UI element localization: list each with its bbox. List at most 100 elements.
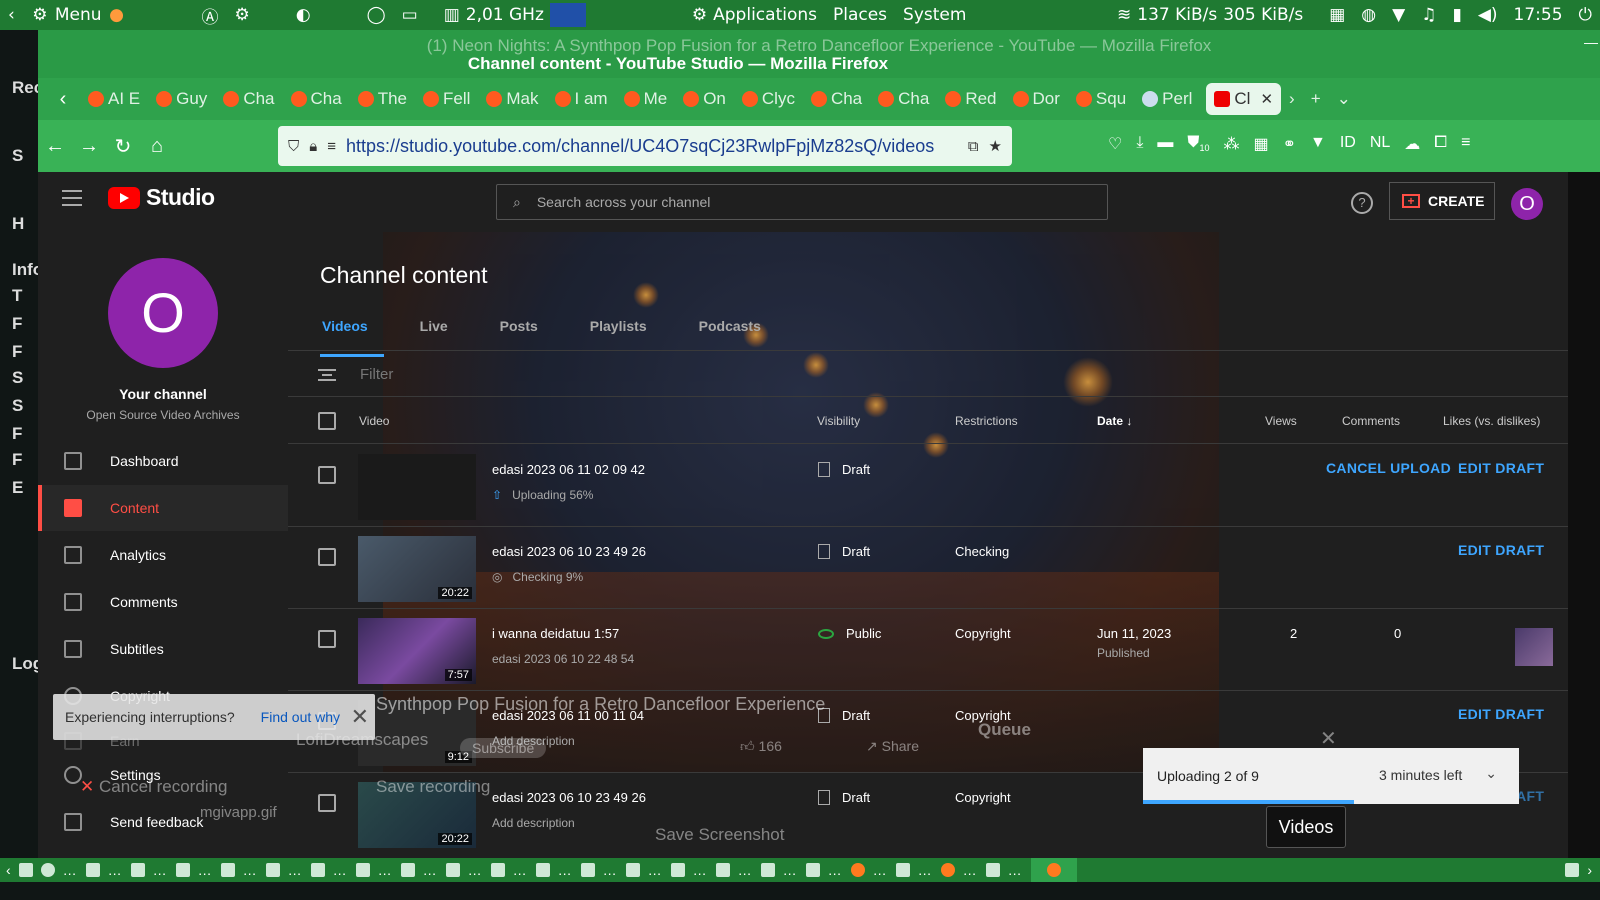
system-menu[interactable]: System: [895, 5, 974, 25]
taskbar-app-icon[interactable]: [130, 863, 145, 877]
browser-tab[interactable]: Cha: [870, 83, 937, 115]
browser-tab[interactable]: Red: [937, 83, 1004, 115]
tab-scroll-right-icon[interactable]: ›: [1281, 83, 1303, 115]
nav-content[interactable]: Content: [38, 485, 288, 531]
video-thumbnail[interactable]: 20:22: [358, 536, 476, 602]
nav-subtitles[interactable]: Subtitles: [38, 626, 288, 672]
taskbar-app-icon[interactable]: [175, 863, 190, 877]
accessibility-icon[interactable]: Ⓐ: [194, 3, 227, 28]
taskbar-app-icon[interactable]: [85, 863, 100, 877]
url-bar[interactable]: ⛉ 🔒︎ ≡ https://studio.youtube.com/channe…: [278, 126, 1012, 166]
pocket-icon[interactable]: ♡: [1108, 134, 1122, 154]
hamburger-menu-icon[interactable]: ≡: [1461, 134, 1470, 154]
close-icon[interactable]: ✕: [351, 704, 369, 730]
taskbar-firefox-icon[interactable]: [940, 863, 955, 877]
trash-icon[interactable]: [1565, 863, 1580, 877]
browser-tab[interactable]: AI E: [80, 83, 148, 115]
table-row[interactable]: 20:22 edasi 2023 06 10 23 49 26 ◎ Checkin…: [288, 528, 1568, 610]
taskbar-app-icon[interactable]: [220, 863, 235, 877]
applications-menu[interactable]: Applications: [713, 5, 817, 25]
row-checkbox[interactable]: [318, 466, 336, 484]
taskbar-app-icon[interactable]: [310, 863, 325, 877]
home-icon[interactable]: ⌂: [140, 135, 174, 158]
edit-draft-button[interactable]: EDIT DRAFT: [1458, 460, 1544, 476]
visibility-cell[interactable]: Draft: [818, 790, 870, 805]
col-date[interactable]: Date ↓: [1097, 414, 1132, 428]
taskbar-app-icon[interactable]: [760, 863, 775, 877]
search-box[interactable]: ⌕ Search across your channel: [496, 184, 1108, 220]
video-thumbnail[interactable]: [358, 454, 476, 520]
apps-menu[interactable]: ⚙ Applications: [684, 5, 825, 25]
table-row[interactable]: 7:57 i wanna deidatuu 1:57 edasi 2023 06…: [288, 610, 1568, 692]
video-title[interactable]: i wanna deidatuu 1:57: [492, 626, 619, 641]
taskbar-active-firefox[interactable]: [1030, 858, 1077, 882]
taskbar-app-icon[interactable]: [580, 863, 595, 877]
taskbar-app-icon[interactable]: [355, 863, 370, 877]
browser-tab[interactable]: Perl: [1134, 83, 1200, 115]
clock[interactable]: 17:55: [1506, 5, 1571, 25]
tab-close-icon[interactable]: ✕: [1260, 90, 1273, 108]
visibility-cell[interactable]: Public: [818, 626, 881, 641]
tab-scroll-left-icon[interactable]: ‹: [46, 88, 80, 111]
visibility-cell[interactable]: Draft: [818, 544, 870, 559]
purple-app-icon[interactable]: ◐: [288, 5, 319, 25]
tab-live[interactable]: Live: [418, 318, 464, 357]
browser-tab[interactable]: Fell: [415, 83, 478, 115]
tab-videos[interactable]: Videos: [320, 318, 384, 357]
browser-tab[interactable]: Cha: [215, 83, 282, 115]
filter-funnel-icon[interactable]: ▼: [1310, 134, 1326, 154]
row-checkbox[interactable]: [318, 794, 336, 812]
link-icon[interactable]: ⚭: [1283, 134, 1296, 154]
extensions-puzzle-icon[interactable]: ⧠: [1434, 134, 1447, 154]
browser-tab[interactable]: I am: [547, 83, 616, 115]
lock-icon[interactable]: 🔒︎: [309, 138, 317, 155]
row-checkbox[interactable]: [318, 630, 336, 648]
select-all-checkbox[interactable]: [318, 412, 336, 430]
terminal-icon[interactable]: ▭: [394, 5, 426, 25]
battery-icon[interactable]: ▮: [1444, 5, 1469, 25]
network-speed[interactable]: ≋ 137 KiB/s 305 KiB/s: [1109, 5, 1311, 25]
browser-tab[interactable]: Clyc: [734, 83, 803, 115]
translate-icon[interactable]: ⧉: [968, 138, 979, 155]
permissions-icon[interactable]: ≡: [327, 138, 336, 155]
mouse-icon[interactable]: ◍: [1353, 5, 1384, 25]
window-titlebar[interactable]: (1) Neon Nights: A Synthpop Pop Fusion f…: [38, 30, 1600, 78]
downloads-icon[interactable]: ⤓: [1136, 134, 1143, 154]
browser-tab[interactable]: Squ: [1068, 83, 1134, 115]
browser-tab[interactable]: Guy: [148, 83, 215, 115]
reload-icon[interactable]: ↻: [106, 134, 140, 159]
browser-tab[interactable]: Cha: [283, 83, 350, 115]
notification-bell-icon[interactable]: ♫: [1413, 5, 1444, 25]
studio-logo[interactable]: Studio: [108, 184, 215, 211]
tab-playlists[interactable]: Playlists: [588, 318, 663, 357]
filter-placeholder[interactable]: Filter: [360, 366, 393, 383]
menu-button[interactable]: ⚙ Menu ●: [23, 5, 134, 25]
edit-draft-button[interactable]: EDIT DRAFT: [1458, 542, 1544, 558]
row-checkbox[interactable]: [318, 548, 336, 566]
browser-tab[interactable]: Dor: [1005, 83, 1068, 115]
browser-tab[interactable]: The: [350, 83, 415, 115]
chevron-down-icon[interactable]: ⌄: [1485, 765, 1497, 782]
taskbar-right-arrow-icon[interactable]: ›: [1587, 862, 1592, 878]
cpu-monitor[interactable]: ▥ 2,01 GHz: [436, 3, 594, 27]
help-icon[interactable]: ?: [1351, 192, 1373, 214]
cloud-icon[interactable]: ☁: [1404, 134, 1420, 154]
bookmark-star-icon[interactable]: ★: [989, 137, 1002, 155]
settings-applet-icon[interactable]: ⚙: [227, 5, 258, 25]
taskbar-app-icon[interactable]: [445, 863, 460, 877]
hamburger-icon[interactable]: [62, 190, 82, 206]
taskbar-app-icon[interactable]: [895, 863, 910, 877]
circle-app-icon[interactable]: ◯: [359, 5, 394, 25]
browser-tab-active[interactable]: Cl ✕: [1206, 83, 1282, 115]
tab-list-chevron-icon[interactable]: ⌄: [1329, 83, 1359, 115]
firefox-launcher-icon[interactable]: ●: [108, 5, 126, 25]
create-button[interactable]: + CREATE: [1389, 182, 1495, 220]
nav-dashboard[interactable]: Dashboard: [38, 438, 288, 484]
filter-icon[interactable]: [318, 368, 336, 381]
taskbar-app-icon[interactable]: [670, 863, 685, 877]
taskbar-app-icon[interactable]: [625, 863, 640, 877]
back-icon[interactable]: ←: [38, 135, 72, 158]
taskbar-app-icon[interactable]: [715, 863, 730, 877]
browser-tab[interactable]: On: [675, 83, 734, 115]
upload-progress-bar[interactable]: Uploading 2 of 9 3 minutes left ⌄: [1143, 748, 1519, 804]
